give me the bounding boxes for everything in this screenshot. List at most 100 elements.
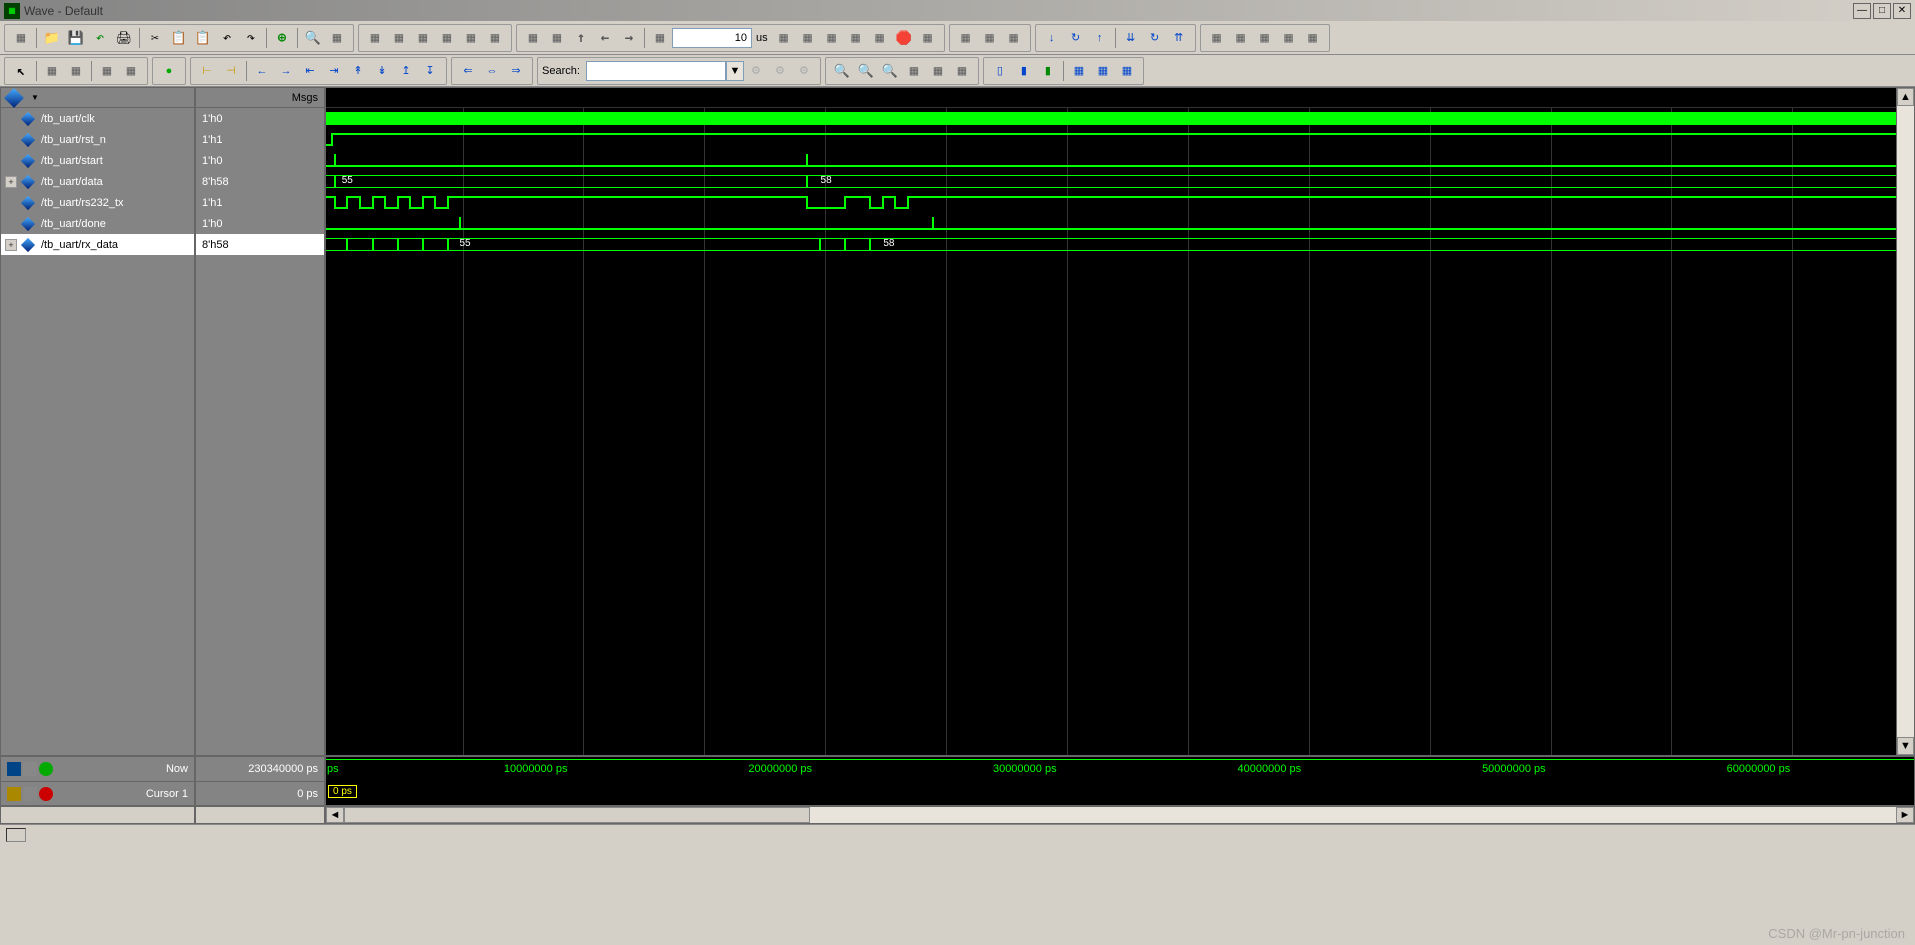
format-button-2[interactable]: ▮ <box>1013 60 1035 82</box>
scroll-up-arrow[interactable]: ▲ <box>1897 88 1914 106</box>
edge-nav-8[interactable]: ↧ <box>419 60 441 82</box>
format-button-4[interactable]: ▦ <box>1068 60 1090 82</box>
zoom-in-button[interactable] <box>831 60 853 82</box>
nav-button-1[interactable]: ↓ <box>1041 27 1063 49</box>
layer-button-4[interactable] <box>436 27 458 49</box>
hscroll-thumb[interactable] <box>344 807 810 823</box>
signal-row[interactable]: + /tb_uart/rx_data <box>1 234 194 255</box>
cursor-marker[interactable]: 0 ps <box>328 785 357 798</box>
cut-button[interactable] <box>144 27 166 49</box>
cursor-icon-config[interactable] <box>23 787 37 801</box>
zoom-cursor-button[interactable] <box>903 60 925 82</box>
layer-button-6[interactable] <box>484 27 506 49</box>
msgs-row[interactable]: 8'h58 <box>196 234 324 255</box>
run-button[interactable] <box>649 27 671 49</box>
zoom-full-button[interactable] <box>879 60 901 82</box>
signal-panel-header[interactable]: ▼ <box>1 88 194 108</box>
msgs-row[interactable]: 1'h0 <box>196 213 324 234</box>
run-ctrl-2[interactable] <box>797 27 819 49</box>
signal-row[interactable]: + /tb_uart/rs232_tx <box>1 192 194 213</box>
signal-row[interactable]: + /tb_uart/start <box>1 150 194 171</box>
cursor-button[interactable] <box>10 60 32 82</box>
edge-nav-3[interactable]: ⇤ <box>299 60 321 82</box>
nav-button-3[interactable]: ↑ <box>1089 27 1111 49</box>
cursor-nav-2[interactable]: ⊣ <box>220 60 242 82</box>
window-button-4[interactable] <box>1278 27 1300 49</box>
layer-button-3[interactable] <box>412 27 434 49</box>
signal-row[interactable]: + /tb_uart/rst_n <box>1 129 194 150</box>
wave-area[interactable]: 55 58 <box>325 87 1915 756</box>
expand-button-2[interactable] <box>120 60 142 82</box>
run-ctrl-3[interactable] <box>821 27 843 49</box>
refresh-button[interactable] <box>89 27 111 49</box>
hand-button[interactable] <box>1003 27 1025 49</box>
edge-nav-4[interactable]: ⇥ <box>323 60 345 82</box>
search-option-1[interactable]: ⚙ <box>745 60 767 82</box>
scroll-down-arrow[interactable]: ▼ <box>1897 737 1914 755</box>
run-ctrl-4[interactable] <box>845 27 867 49</box>
stop-button[interactable] <box>893 27 915 49</box>
copy-button[interactable] <box>168 27 190 49</box>
run-ctrl-6[interactable] <box>917 27 939 49</box>
format-button-5[interactable]: ▦ <box>1092 60 1114 82</box>
step-up-button[interactable] <box>570 27 592 49</box>
layer-button-5[interactable] <box>460 27 482 49</box>
minimize-button[interactable]: — <box>1853 3 1871 19</box>
hscroll-msgs-area[interactable] <box>195 806 325 824</box>
run-time-input[interactable] <box>672 28 752 48</box>
zoom-region-button[interactable] <box>927 60 949 82</box>
search-option-2[interactable]: ⚙ <box>769 60 791 82</box>
new-button[interactable] <box>10 27 32 49</box>
nav-button-4[interactable]: ⇊ <box>1120 27 1142 49</box>
search-option-3[interactable]: ⚙ <box>793 60 815 82</box>
select-button-2[interactable] <box>65 60 87 82</box>
expand-icon[interactable]: + <box>5 239 17 251</box>
edge-nav-5[interactable]: ↟ <box>347 60 369 82</box>
wave-horizontal-scrollbar[interactable]: ◄ ► <box>325 806 1915 824</box>
edge-nav-7[interactable]: ↥ <box>395 60 417 82</box>
open-button[interactable] <box>41 27 63 49</box>
add-button[interactable] <box>271 27 293 49</box>
expand-icon[interactable]: + <box>5 176 17 188</box>
zoom-other-button[interactable] <box>951 60 973 82</box>
save-button[interactable] <box>65 27 87 49</box>
run-ctrl-1[interactable] <box>773 27 795 49</box>
tool-button-1[interactable] <box>326 27 348 49</box>
edge-nav-6[interactable]: ↡ <box>371 60 393 82</box>
format-button-1[interactable]: ▯ <box>989 60 1011 82</box>
window-button-2[interactable] <box>1230 27 1252 49</box>
sim-button-1[interactable] <box>522 27 544 49</box>
format-button-6[interactable]: ▦ <box>1116 60 1138 82</box>
window-button-1[interactable] <box>1206 27 1228 49</box>
print-button[interactable] <box>113 27 135 49</box>
sim-button-2[interactable] <box>546 27 568 49</box>
trans-nav-3[interactable]: ⇒ <box>505 60 527 82</box>
nav-button-2[interactable]: ↻ <box>1065 27 1087 49</box>
chart-button-1[interactable] <box>955 27 977 49</box>
msgs-row[interactable]: 1'h0 <box>196 150 324 171</box>
paste-button[interactable] <box>192 27 214 49</box>
msgs-row[interactable]: 1'h1 <box>196 129 324 150</box>
zoom-out-button[interactable] <box>855 60 877 82</box>
now-icon-2[interactable] <box>23 762 37 776</box>
chart-button-2[interactable] <box>979 27 1001 49</box>
cursor-nav-1[interactable]: ⊢ <box>196 60 218 82</box>
cursor-icon-lock[interactable] <box>7 787 21 801</box>
format-button-3[interactable]: ▮ <box>1037 60 1059 82</box>
scroll-right-arrow[interactable]: ► <box>1896 807 1914 823</box>
search-dropdown[interactable]: ▼ <box>726 61 744 81</box>
select-button-1[interactable] <box>41 60 63 82</box>
signal-row[interactable]: + /tb_uart/clk <box>1 108 194 129</box>
cursor-icon-delete[interactable] <box>39 787 53 801</box>
edge-nav-1[interactable]: ← <box>251 60 273 82</box>
msgs-row[interactable]: 8'h58 <box>196 171 324 192</box>
trans-nav-2[interactable]: ⇔ <box>481 60 503 82</box>
nav-button-5[interactable]: ↻ <box>1144 27 1166 49</box>
nav-button-6[interactable]: ⇈ <box>1168 27 1190 49</box>
find-button[interactable] <box>302 27 324 49</box>
layer-button-1[interactable] <box>364 27 386 49</box>
window-button-3[interactable] <box>1254 27 1276 49</box>
search-input[interactable] <box>586 61 726 81</box>
msgs-row[interactable]: 1'h0 <box>196 108 324 129</box>
step-back-button[interactable] <box>594 27 616 49</box>
